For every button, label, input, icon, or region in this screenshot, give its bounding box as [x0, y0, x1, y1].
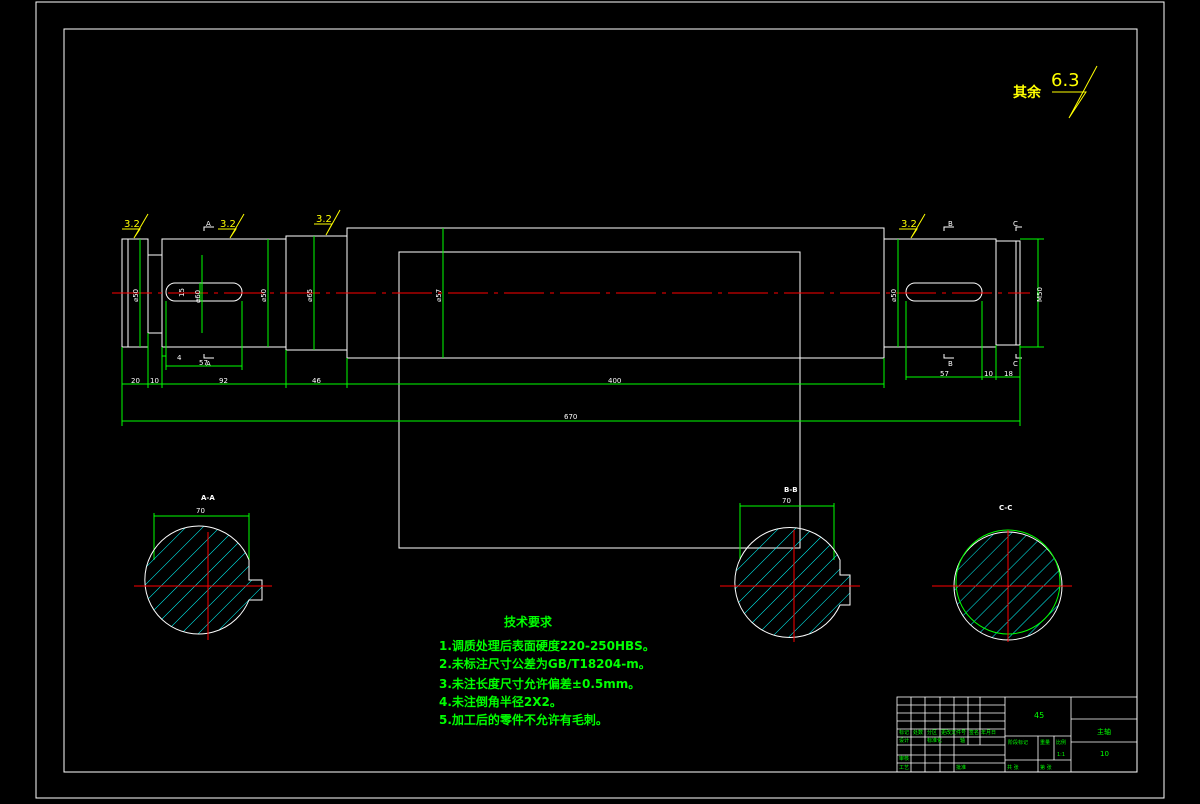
tb-weight: 10	[1100, 750, 1109, 758]
tb-label-review: 审核	[899, 755, 909, 762]
tb-label-sign: 签名	[969, 729, 979, 736]
tb-material: 45	[1034, 711, 1044, 720]
tb-part-name: 轴	[960, 737, 965, 744]
section-c-label: C-C	[999, 504, 1012, 512]
tb-label-change: 更改文件号	[941, 729, 966, 736]
tb-label-scale: 比例	[1056, 739, 1066, 746]
section-a-width: 70	[196, 507, 205, 515]
roughness-label-2: 3.2	[220, 219, 236, 230]
section-c: C-C	[932, 504, 1072, 642]
section-b-label: B-B	[784, 486, 798, 494]
dim-d7: M50	[1036, 287, 1044, 302]
tb-label-weight: 重量	[1040, 739, 1050, 746]
dim-l6: 57	[940, 370, 949, 378]
cut-mark-b-top: B	[948, 220, 953, 228]
dim-l5: 400	[608, 377, 621, 385]
tb-label-process: 工艺	[899, 765, 909, 771]
section-b: B-B 70	[720, 486, 860, 642]
surface-finish-note: 其余 6.3	[1013, 65, 1098, 119]
requirement-2: 2.未标注尺寸公差为GB/T18204-m。	[439, 656, 651, 671]
roughness-label-4: 3.2	[901, 219, 917, 230]
roughness-marks	[122, 209, 926, 239]
cut-mark-c-bottom: C	[1013, 360, 1018, 368]
surface-finish-prefix: 其余	[1013, 84, 1042, 101]
tb-label-count: 处数	[913, 729, 923, 736]
tb-drawing-no: 主轴	[1097, 727, 1111, 736]
roughness-label-3: 3.2	[316, 214, 332, 225]
tb-label-stage: 阶段标记	[1008, 739, 1028, 746]
keyway-right	[905, 282, 983, 302]
tb-label-design: 设计	[899, 737, 909, 744]
dim-d6: ⌀50	[890, 289, 898, 302]
drawing-canvas: 其余 6.3 A B C A B C 3.2 3.2 3.2 3.2 ⌀50 1…	[0, 0, 1200, 800]
tb-scale: 1:1	[1057, 752, 1065, 758]
cut-mark-c-top: C	[1013, 220, 1018, 228]
tb-label-sheet-no: 第 张	[1040, 764, 1052, 771]
section-a: A-A 70	[134, 494, 272, 640]
dim-key-left-offset: 4	[177, 354, 182, 362]
key-dim-lines	[162, 301, 983, 380]
requirement-5: 5.加工后的零件不允许有毛刺。	[439, 712, 608, 727]
tb-label-date: 年月日	[981, 729, 996, 736]
section-b-width: 70	[782, 497, 791, 505]
dim-key-left-len: 57	[199, 359, 208, 367]
dim-l1: 20	[131, 377, 140, 385]
tb-label-sheets: 共 张	[1007, 764, 1019, 771]
cut-mark-a-top: A	[206, 220, 211, 228]
tb-label-approve: 批准	[956, 764, 966, 771]
dim-d3: ⌀50	[260, 289, 268, 302]
dim-d5: ⌀57	[435, 289, 443, 302]
dim-d2: ⌀60	[194, 290, 202, 303]
requirement-3: 3.未注长度尺寸允许偏差±0.5mm。	[439, 676, 640, 691]
requirement-4: 4.未注倒角半径2X2。	[439, 694, 562, 709]
dim-d4: ⌀65	[306, 289, 314, 302]
dim-l2: 10	[150, 377, 159, 385]
cad-drawing: 其余 6.3 A B C A B C 3.2 3.2 3.2 3.2 ⌀50 1…	[35, 1, 1165, 799]
requirements-title: 技术要求	[504, 614, 553, 629]
dim-l7: 10	[984, 370, 993, 378]
cut-mark-b-bottom: B	[948, 360, 953, 368]
tb-label-zone: 分区	[927, 729, 937, 736]
surface-finish-value: 6.3	[1051, 70, 1080, 91]
tb-label-mark: 标记	[899, 729, 909, 736]
roughness-label-1: 3.2	[124, 219, 140, 230]
dim-key1: 15	[178, 288, 186, 297]
tb-label-standard: 标准化	[927, 737, 942, 744]
dim-total: 670	[564, 413, 577, 421]
dim-d1: ⌀50	[132, 289, 140, 302]
requirement-1: 1.调质处理后表面硬度220-250HBS。	[439, 638, 655, 653]
dim-l4: 46	[312, 377, 321, 385]
technical-requirements: 技术要求 1.调质处理后表面硬度220-250HBS。 2.未标注尺寸公差为GB…	[439, 614, 655, 727]
section-a-label: A-A	[201, 494, 215, 502]
dim-l8: 18	[1004, 370, 1013, 378]
dim-l3: 92	[219, 377, 228, 385]
